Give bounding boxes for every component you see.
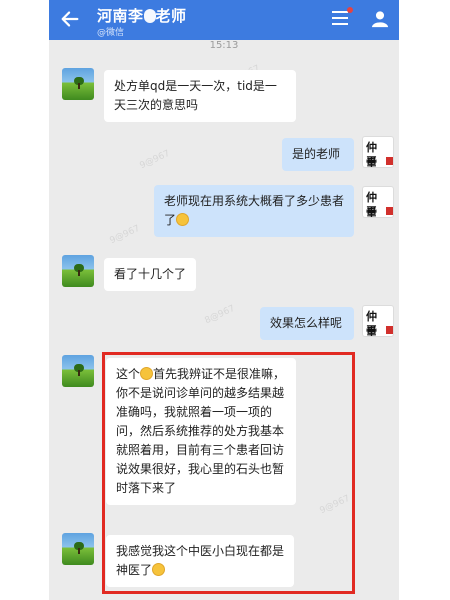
timestamp: 15:13 bbox=[209, 40, 239, 51]
own-avatar[interactable]: 仲 重平 仁 bbox=[362, 305, 394, 337]
watermark: 8@967 bbox=[203, 303, 237, 327]
menu-icon[interactable] bbox=[332, 7, 353, 25]
message-bubble[interactable]: 老师现在用系统大概看了多少患者了 bbox=[154, 185, 354, 237]
chat-subtitle: @微信 bbox=[97, 28, 125, 38]
seal-mark bbox=[386, 207, 393, 215]
message-bubble[interactable]: 看了十几个了 bbox=[104, 258, 196, 291]
watermark: 9@967 bbox=[138, 148, 172, 172]
message-bubble[interactable]: 效果怎么样呢 bbox=[260, 307, 354, 340]
chat-screen: 河南李老师 @微信 15:13 8@967 9@967 9@967 8@967 … bbox=[49, 0, 399, 600]
chat-header: 河南李 老师 @微信 bbox=[49, 0, 399, 40]
contact-avatar[interactable] bbox=[62, 355, 94, 387]
title-suffix: 老师 bbox=[155, 7, 187, 25]
contact-avatar[interactable] bbox=[62, 533, 94, 565]
notification-dot bbox=[347, 7, 353, 13]
own-avatar[interactable]: 仲 重平 仁 bbox=[362, 186, 394, 218]
seal-mark bbox=[386, 326, 393, 334]
watermark: 9@967 bbox=[108, 223, 142, 247]
contact-avatar[interactable] bbox=[62, 255, 94, 287]
message-bubble[interactable]: 是的老师 bbox=[282, 138, 354, 171]
message-bubble[interactable]: 处方单qd是一天一次，tid是一天三次的意思吗 bbox=[104, 70, 296, 122]
seal-mark bbox=[386, 157, 393, 165]
blurred-name-mark bbox=[143, 9, 156, 23]
own-avatar[interactable]: 仲 重平 仁 bbox=[362, 136, 394, 168]
title-prefix: 河南李 bbox=[97, 7, 144, 25]
grin-emoji-icon bbox=[176, 213, 190, 226]
back-arrow-icon[interactable] bbox=[59, 8, 81, 30]
person-icon[interactable] bbox=[371, 10, 389, 28]
contact-avatar[interactable] bbox=[62, 68, 94, 100]
highlight-frame bbox=[102, 352, 355, 594]
chat-title: 河南李 老师 bbox=[97, 5, 187, 26]
